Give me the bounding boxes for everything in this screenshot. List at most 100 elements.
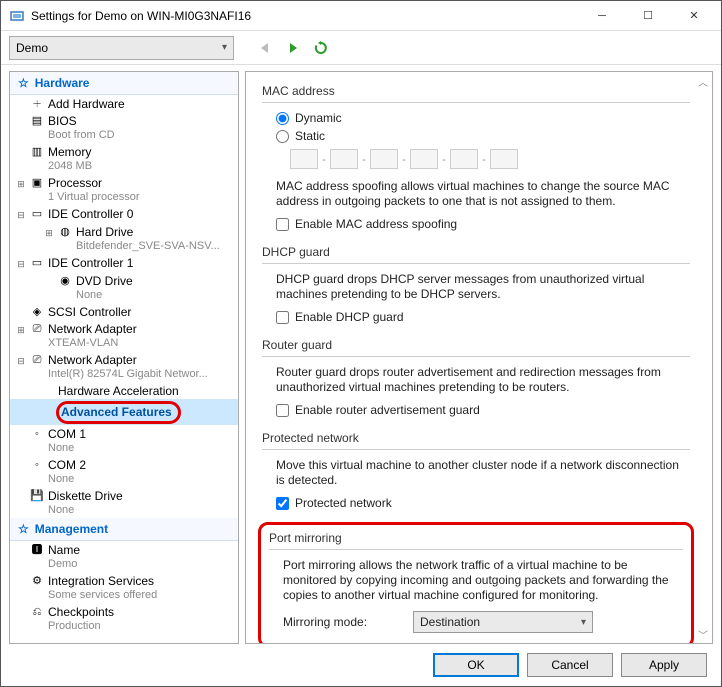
tree-item-processor[interactable]: ⊞ ▣ Processor 1 Virtual processor — [10, 174, 238, 205]
radio-dynamic-row: Dynamic — [276, 111, 690, 125]
network-adapter-icon: ⎚ — [28, 353, 46, 367]
tree-item-ide0[interactable]: ⊟ ▭ IDE Controller 0 — [10, 205, 238, 223]
memory-icon: ▥ — [28, 145, 46, 159]
tree-item-network-adapter-2[interactable]: ⊟ ⎚ Network Adapter Intel(R) 82574L Giga… — [10, 351, 238, 382]
check-router-guard-label: Enable router advertisement guard — [295, 403, 480, 417]
management-section-icon: ☆ — [18, 522, 29, 536]
main-area: ☆ Hardware 🞡 Add Hardware ▤ BIOS Boot fr… — [1, 65, 721, 644]
tree-section-management[interactable]: ☆ Management — [10, 518, 238, 541]
radio-static-label: Static — [295, 129, 325, 143]
close-button[interactable]: ✕ — [671, 2, 717, 30]
tree-item-com2[interactable]: ◦ COM 2 None — [10, 456, 238, 487]
tree-item-advanced-features[interactable]: Advanced Features — [10, 399, 238, 425]
content-panel: ︿ ﹀ MAC address Dynamic Static - - - - — [245, 71, 713, 644]
vm-selector[interactable]: Demo — [9, 36, 234, 60]
tree-item-diskette[interactable]: 💾 Diskette Drive None — [10, 487, 238, 518]
dvd-drive-icon: ◉ — [56, 274, 74, 288]
hard-drive-icon: ◍ — [56, 225, 74, 239]
ide-controller-icon: ▭ — [28, 207, 46, 221]
group-title-dhcp: DHCP guard — [262, 245, 690, 261]
tree-item-network-adapter-1[interactable]: ⊞ ⎚ Network Adapter XTEAM-VLAN — [10, 320, 238, 351]
radio-dynamic-label: Dynamic — [295, 111, 342, 125]
mac-field-4 — [410, 149, 438, 169]
com-port-icon: ◦ — [28, 458, 46, 472]
mirror-mode-value: Destination — [420, 615, 480, 629]
group-title-protected: Protected network — [262, 431, 690, 447]
minimize-button[interactable]: ─ — [579, 2, 625, 30]
tree-section-hardware[interactable]: ☆ Hardware — [10, 72, 238, 95]
mac-field-5 — [450, 149, 478, 169]
vm-selector-value: Demo — [16, 41, 48, 55]
mirror-mode-label: Mirroring mode: — [283, 615, 393, 629]
group-port-mirroring-highlight: Port mirroring Port mirroring allows the… — [258, 522, 694, 644]
cancel-button[interactable]: Cancel — [527, 653, 613, 677]
radio-static-row: Static — [276, 129, 690, 143]
apply-button[interactable]: Apply — [621, 653, 707, 677]
check-router-guard[interactable] — [276, 404, 289, 417]
group-title-mirror: Port mirroring — [269, 531, 683, 547]
mac-spoofing-desc: MAC address spoofing allows virtual mach… — [276, 179, 690, 209]
integration-services-icon: ⚙ — [28, 574, 46, 588]
tree-item-add-hardware[interactable]: 🞡 Add Hardware — [10, 95, 238, 112]
processor-icon: ▣ — [28, 176, 46, 190]
diskette-icon: 💾 — [28, 489, 46, 503]
window-title: Settings for Demo on WIN-MI0G3NAFI16 — [31, 9, 579, 23]
check-mac-spoofing-label: Enable MAC address spoofing — [295, 217, 457, 231]
com-port-icon: ◦ — [28, 427, 46, 441]
scroll-down-icon[interactable]: ﹀ — [696, 627, 710, 641]
tree-item-hard-drive[interactable]: ⊞ ◍ Hard Drive Bitdefender_SVE-SVA-NSV..… — [10, 223, 238, 254]
mirror-mode-dropdown[interactable]: Destination — [413, 611, 593, 633]
toolbar: Demo — [1, 31, 721, 65]
settings-tree: ☆ Hardware 🞡 Add Hardware ▤ BIOS Boot fr… — [9, 71, 239, 644]
group-title-mac: MAC address — [262, 84, 690, 100]
check-protected-network[interactable] — [276, 497, 289, 510]
check-dhcp-guard-label: Enable DHCP guard — [295, 310, 404, 324]
refresh-button[interactable] — [310, 37, 332, 59]
group-protected-network: Protected network Move this virtual mach… — [262, 431, 690, 510]
app-icon — [9, 8, 25, 24]
group-mac-address: MAC address Dynamic Static - - - - - — [262, 84, 690, 231]
check-mac-spoofing[interactable] — [276, 218, 289, 231]
tree-item-com1[interactable]: ◦ COM 1 None — [10, 425, 238, 456]
tree-item-bios[interactable]: ▤ BIOS Boot from CD — [10, 112, 238, 143]
dhcp-desc: DHCP guard drops DHCP server messages fr… — [276, 272, 690, 302]
hardware-section-icon: ☆ — [18, 76, 29, 90]
tree-item-integration-services[interactable]: ⚙ Integration Services Some services off… — [10, 572, 238, 603]
radio-static[interactable] — [276, 130, 289, 143]
tree-item-hardware-acceleration[interactable]: Hardware Acceleration — [10, 382, 238, 399]
group-port-mirroring: Port mirroring Port mirroring allows the… — [269, 531, 683, 633]
scroll-up-icon[interactable]: ︿ — [696, 74, 710, 88]
ide-controller-icon: ▭ — [28, 256, 46, 270]
radio-dynamic[interactable] — [276, 112, 289, 125]
mac-field-3 — [370, 149, 398, 169]
nav-forward-button[interactable] — [282, 37, 304, 59]
ok-button[interactable]: OK — [433, 653, 519, 677]
scsi-controller-icon: ◈ — [28, 305, 46, 319]
mirror-desc: Port mirroring allows the network traffi… — [283, 558, 683, 603]
checkpoints-icon: ⎌ — [28, 605, 46, 619]
button-bar: OK Cancel Apply — [1, 644, 721, 686]
tree-item-checkpoints[interactable]: ⎌ Checkpoints Production — [10, 603, 238, 634]
mac-field-1 — [290, 149, 318, 169]
tree-item-scsi[interactable]: ◈ SCSI Controller — [10, 303, 238, 320]
mac-field-2 — [330, 149, 358, 169]
check-dhcp-guard[interactable] — [276, 311, 289, 324]
network-adapter-icon: ⎚ — [28, 322, 46, 336]
check-protected-network-label: Protected network — [295, 496, 392, 510]
tree-item-name[interactable]: 🅸 Name Demo — [10, 541, 238, 572]
mac-field-6 — [490, 149, 518, 169]
maximize-button[interactable]: ☐ — [625, 2, 671, 30]
nav-back-button[interactable] — [254, 37, 276, 59]
add-hardware-icon: 🞡 — [28, 97, 46, 111]
name-icon: 🅸 — [28, 543, 46, 557]
group-router-guard: Router guard Router guard drops router a… — [262, 338, 690, 417]
title-bar: Settings for Demo on WIN-MI0G3NAFI16 ─ ☐… — [1, 1, 721, 31]
protected-desc: Move this virtual machine to another clu… — [276, 458, 690, 488]
tree-item-ide1[interactable]: ⊟ ▭ IDE Controller 1 — [10, 254, 238, 272]
mac-fields: - - - - - — [290, 149, 690, 169]
bios-icon: ▤ — [28, 114, 46, 128]
router-desc: Router guard drops router advertisement … — [276, 365, 690, 395]
group-dhcp-guard: DHCP guard DHCP guard drops DHCP server … — [262, 245, 690, 324]
tree-item-memory[interactable]: ▥ Memory 2048 MB — [10, 143, 238, 174]
tree-item-dvd-drive[interactable]: ◉ DVD Drive None — [10, 272, 238, 303]
